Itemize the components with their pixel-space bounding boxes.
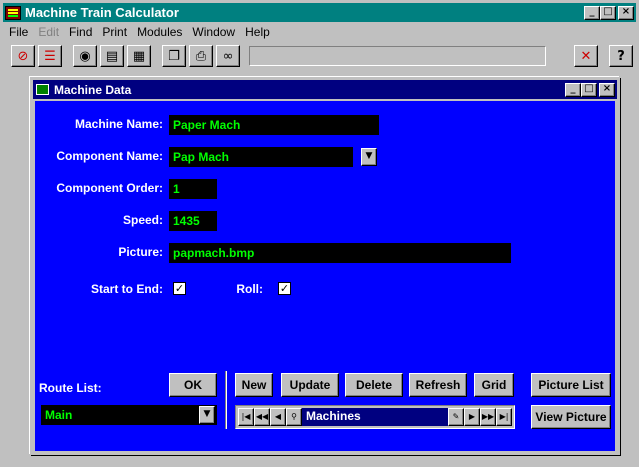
toolbar-button-close[interactable]: ✕ xyxy=(574,45,598,67)
picture-list-button[interactable]: Picture List xyxy=(531,373,611,397)
last-record-icon: ▶| xyxy=(499,412,509,421)
form-icon[interactable] xyxy=(36,84,49,95)
machine-data-title: Machine Data xyxy=(54,82,132,97)
picture-field[interactable]: papmach.bmp xyxy=(169,243,511,263)
menu-print[interactable]: Print xyxy=(102,25,127,39)
child-close-button[interactable]: × xyxy=(599,82,615,97)
toolbar-button-grid[interactable]: ☰ xyxy=(38,45,62,67)
form-divider xyxy=(225,371,227,429)
app-icon[interactable] xyxy=(5,5,21,20)
child-maximize-button[interactable]: □ xyxy=(581,82,597,97)
maximize-button[interactable]: □ xyxy=(600,5,616,20)
route-list-dropdown-button[interactable]: ▼ xyxy=(199,406,215,424)
chevron-down-icon: ▼ xyxy=(203,409,211,419)
toolbar-button-find[interactable]: ∞ xyxy=(216,45,240,67)
toolbar-button-help[interactable]: ? xyxy=(609,45,633,67)
roll-checkbox[interactable]: ✓ xyxy=(278,282,291,295)
ok-button[interactable]: OK xyxy=(169,373,217,397)
layout-icon: ▤ xyxy=(105,48,119,64)
machine-data-window: Machine Data _ □ × Machine Name: Paper M… xyxy=(30,77,620,455)
navigator-key-button[interactable]: ⚲ xyxy=(286,408,302,426)
picture-label: Picture: xyxy=(118,245,163,259)
navigator-caption: Machines xyxy=(302,408,448,426)
menu-bar: File Edit Find Print Modules Window Help xyxy=(3,23,636,41)
route-list-combo[interactable]: Main xyxy=(41,405,217,425)
chevron-down-icon: ▼ xyxy=(365,151,373,161)
grid-button[interactable]: Grid xyxy=(474,373,514,397)
previous-record-button[interactable]: ◀ xyxy=(270,408,286,426)
pencil-icon: ✎ xyxy=(452,412,460,421)
toolbar-button-gear[interactable]: ◉ xyxy=(73,45,97,67)
copy-icon: ❐ xyxy=(168,48,180,64)
app-titlebar[interactable]: Machine Train Calculator _ □ × xyxy=(3,3,636,22)
toolbar-status-panel xyxy=(249,46,546,66)
start-to-end-checkbox[interactable]: ✓ xyxy=(173,282,186,295)
app-title: Machine Train Calculator xyxy=(25,5,179,20)
speed-field[interactable]: 1435 xyxy=(169,211,217,231)
menu-modules[interactable]: Modules xyxy=(137,25,182,39)
navigator-edit-button[interactable]: ✎ xyxy=(448,408,464,426)
component-name-dropdown-button[interactable]: ▼ xyxy=(361,148,377,166)
no-entry-icon: ⊘ xyxy=(17,48,29,64)
refresh-button[interactable]: Refresh xyxy=(409,373,467,397)
component-order-label: Component Order: xyxy=(56,181,163,195)
next-page-button[interactable]: ▶▶ xyxy=(480,408,496,426)
app-window: Machine Train Calculator _ □ × File Edit… xyxy=(0,0,639,467)
menu-window[interactable]: Window xyxy=(192,25,235,39)
toolbar-button-no-entry[interactable]: ⊘ xyxy=(11,45,35,67)
child-minimize-button[interactable]: _ xyxy=(565,82,581,97)
rewind-icon: ◀◀ xyxy=(255,412,269,421)
view-picture-button[interactable]: View Picture xyxy=(531,405,611,429)
update-button[interactable]: Update xyxy=(281,373,339,397)
machine-name-field[interactable]: Paper Mach xyxy=(169,115,379,135)
toolbar: ⊘ ☰ ◉ ▤ ▦ ❐ ⎙ ∞ ✕ ? xyxy=(3,42,636,70)
toolbar-button-layout[interactable]: ▤ xyxy=(100,45,124,67)
machine-name-label: Machine Name: xyxy=(74,117,163,131)
help-icon: ? xyxy=(617,48,625,64)
machine-data-form: Machine Name: Paper Mach Component Name:… xyxy=(35,101,615,451)
speed-label: Speed: xyxy=(122,213,163,227)
toolbar-button-network[interactable]: ▦ xyxy=(127,45,151,67)
start-to-end-label: Start to End: xyxy=(91,282,163,296)
previous-icon: ◀ xyxy=(274,412,282,421)
route-list-label: Route List: xyxy=(39,381,102,395)
first-record-icon: |◀ xyxy=(241,412,251,421)
fast-forward-icon: ▶▶ xyxy=(481,412,495,421)
delete-button[interactable]: Delete xyxy=(345,373,403,397)
close-icon: ✕ xyxy=(580,48,592,64)
gear-icon: ◉ xyxy=(79,48,91,64)
next-icon: ▶ xyxy=(468,412,476,421)
binoculars-icon: ∞ xyxy=(222,48,234,64)
minimize-button[interactable]: _ xyxy=(584,5,600,20)
printer-icon: ⎙ xyxy=(195,48,207,64)
roll-label: Roll: xyxy=(236,282,263,296)
previous-page-button[interactable]: ◀◀ xyxy=(254,408,270,426)
key-icon: ⚲ xyxy=(291,412,297,421)
toolbar-button-copy[interactable]: ❐ xyxy=(162,45,186,67)
menu-find[interactable]: Find xyxy=(69,25,92,39)
new-button[interactable]: New xyxy=(235,373,273,397)
record-navigator: |◀ ◀◀ ◀ ⚲ Machines ✎ ▶ ▶▶ ▶| xyxy=(235,405,515,429)
component-order-field[interactable]: 1 xyxy=(169,179,217,199)
last-record-button[interactable]: ▶| xyxy=(496,408,512,426)
first-record-button[interactable]: |◀ xyxy=(238,408,254,426)
menu-help[interactable]: Help xyxy=(245,25,270,39)
component-name-combo[interactable]: Pap Mach xyxy=(169,147,353,167)
close-button[interactable]: × xyxy=(618,5,634,20)
grid-icon: ☰ xyxy=(44,48,56,64)
menu-edit[interactable]: Edit xyxy=(38,25,59,39)
network-icon: ▦ xyxy=(132,48,146,64)
next-record-button[interactable]: ▶ xyxy=(464,408,480,426)
toolbar-button-print[interactable]: ⎙ xyxy=(189,45,213,67)
machine-data-titlebar[interactable]: Machine Data _ □ × xyxy=(33,80,617,99)
menu-file[interactable]: File xyxy=(9,25,28,39)
component-name-label: Component Name: xyxy=(56,149,163,163)
